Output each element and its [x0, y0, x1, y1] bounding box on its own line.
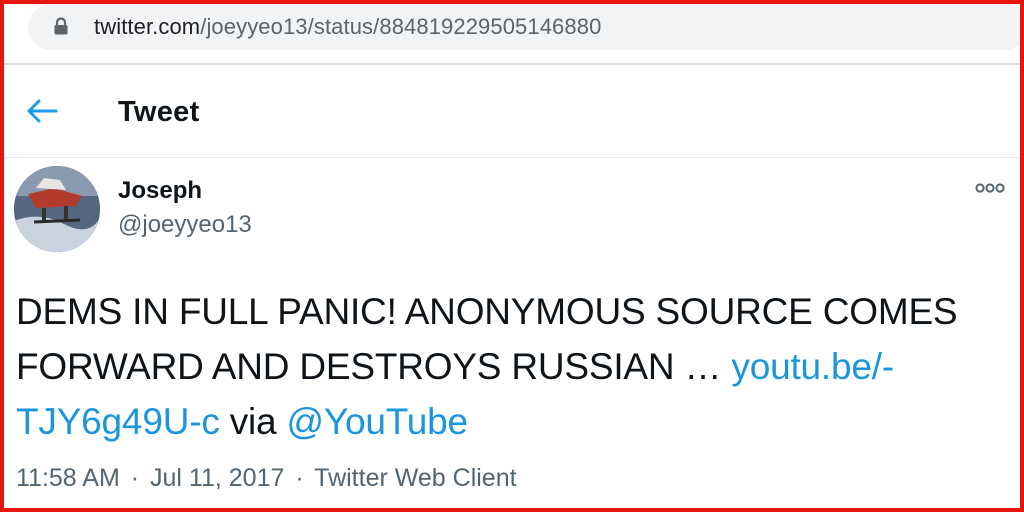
author-name[interactable]: Joseph	[118, 176, 202, 206]
via-label: via	[219, 401, 287, 442]
more-options-icon[interactable]	[974, 178, 1006, 198]
back-arrow-icon[interactable]	[24, 96, 60, 126]
separator: ·	[130, 464, 140, 492]
tweet-meta: 11:58 AM · Jul 11, 2017 · Twitter Web Cl…	[16, 462, 517, 494]
separator: ·	[295, 464, 304, 492]
author-handle[interactable]: @joeyyeo13	[118, 210, 252, 240]
tweet-date[interactable]: Jul 11, 2017	[150, 464, 284, 492]
url-path: /joeyyeo13/status/884819229505146880	[200, 14, 602, 39]
tweet-time[interactable]: 11:58 AM	[16, 464, 120, 492]
address-bar[interactable]: twitter.com/joeyyeo13/status/88481922950…	[28, 4, 1024, 50]
tweet-source[interactable]: Twitter Web Client	[314, 464, 516, 492]
page-title: Tweet	[118, 96, 200, 128]
mention-link[interactable]: @YouTube	[287, 401, 469, 442]
lock-icon[interactable]	[54, 17, 68, 35]
avatar[interactable]	[14, 166, 100, 252]
url-text[interactable]: twitter.com/joeyyeo13/status/88481922950…	[94, 14, 601, 40]
avatar-image	[14, 166, 100, 252]
url-domain: twitter.com	[94, 14, 201, 39]
toolbar-divider	[0, 63, 1024, 65]
tweet-text: DEMS IN FULL PANIC! ANONYMOUS SOURCE COM…	[16, 284, 1006, 449]
header-divider	[4, 157, 1020, 158]
